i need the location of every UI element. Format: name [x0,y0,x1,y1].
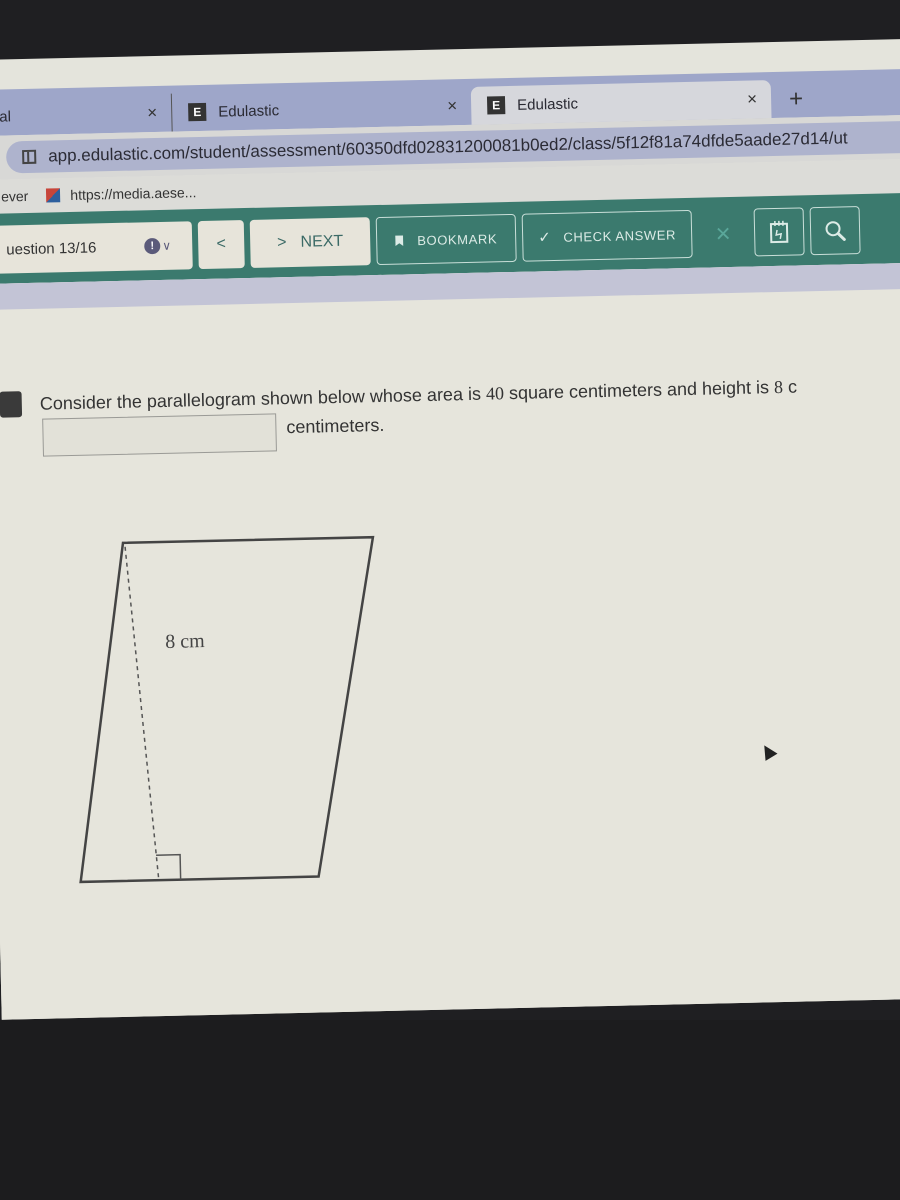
unit-label: centimeters. [286,414,385,438]
tab-label: Edulastic [516,94,579,114]
mouse-cursor-icon [758,741,778,761]
close-icon: × [715,217,732,248]
edulastic-favicon-icon: E [486,96,506,115]
question-content: Consider the parallelogram shown below w… [0,262,900,1020]
chevron-down-icon: ∨ [162,238,172,253]
question-text-part: square centimeters and height is [503,377,775,404]
monitor-screen: al × E Edulastic × E Edulastic × + app.e… [0,38,900,1020]
question-selector[interactable]: uestion 13/16 ! ∨ [0,221,193,274]
new-tab-button[interactable]: + [789,85,804,113]
site-info-icon[interactable] [22,149,37,165]
answer-input[interactable] [42,413,277,457]
question-counter: uestion 13/16 [6,238,97,258]
check-answer-label: CHECK ANSWER [563,226,677,245]
search-icon [825,221,846,241]
right-angle-marker [156,853,182,880]
height-dashed-line [124,546,160,879]
check-answer-button[interactable]: ✓ CHECK ANSWER [521,209,693,262]
check-icon: ✓ [538,229,552,247]
scratchpad-button[interactable] [753,207,805,257]
question-text-part: Consider the parallelogram shown below w… [39,383,487,414]
bookmark-favicon-icon [46,188,61,203]
magnifier-button[interactable] [809,206,861,256]
question-text-part: c [782,376,798,397]
next-button[interactable]: > NEXT [249,217,371,268]
previous-button[interactable]: < [197,220,245,270]
bookmark-item[interactable]: ever [1,188,29,205]
next-label: NEXT [300,232,344,251]
chevron-left-icon: < [216,235,227,253]
monitor-bezel [0,1020,900,1200]
chevron-right-icon: > [277,234,287,252]
alert-icon: ! [144,237,161,255]
close-icon[interactable]: × [447,96,457,116]
address-text: app.edulastic.com/student/assessment/603… [47,128,848,166]
parallelogram-shape [79,535,375,884]
tab-label: al [0,107,12,126]
clear-answer-button[interactable]: × [700,213,747,254]
area-value: 40 [485,383,505,404]
close-icon[interactable]: × [147,103,157,123]
bookmark-item[interactable]: https://media.aese... [70,184,196,203]
bookmark-button[interactable]: BOOKMARK [375,213,517,266]
height-label: 8 cm [165,630,205,653]
bookmark-label: BOOKMARK [417,230,498,248]
question-number-badge [0,391,23,418]
question-text: Consider the parallelogram shown below w… [40,370,900,416]
edulastic-favicon-icon: E [188,102,207,122]
notepad-icon [769,220,789,244]
bookmark-icon [395,235,403,246]
tab-label: Edulastic [218,101,280,121]
tab-previous[interactable]: al × [0,94,172,136]
close-icon[interactable]: × [747,89,757,109]
parallelogram-figure: 8 cm [79,535,375,884]
